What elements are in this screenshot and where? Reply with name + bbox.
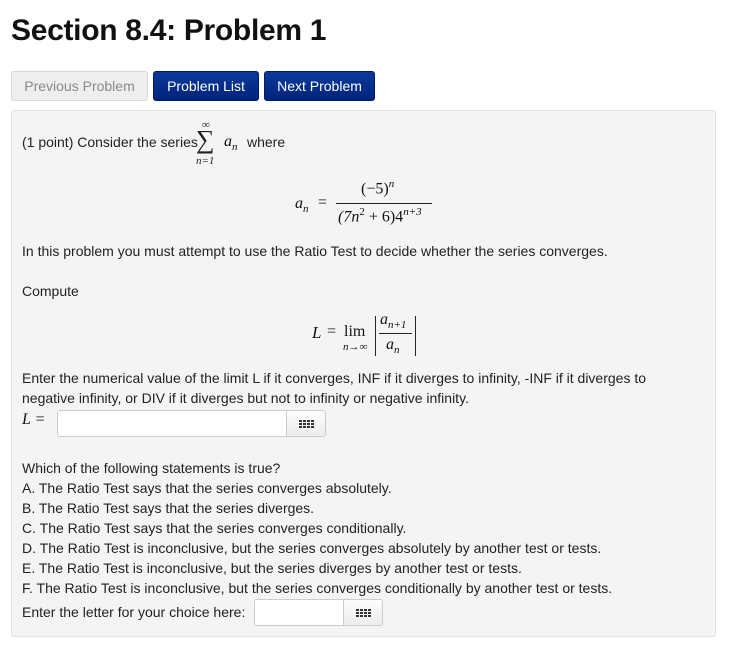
next-problem-button[interactable]: Next Problem [264,71,375,101]
limit-equals: = [327,323,337,340]
lim-operator: lim [344,323,366,340]
sigma-symbol: ∑ [196,125,215,154]
denominator-part-a: (7n [338,208,360,226]
option-b: B. The Ratio Test says that the series d… [22,500,315,516]
problem-list-button[interactable]: Problem List [153,71,259,101]
abs-bar-right [415,316,416,356]
question-text: Which of the following statements is tru… [22,460,281,476]
ratio-numerator: an+1 [380,311,406,331]
definition-lhs: an [295,195,309,215]
option-e: E. The Ratio Test is inconclusive, but t… [22,560,522,576]
numerator-base: (−5) [361,180,389,198]
choice-answer-input[interactable] [254,599,343,626]
definition-equals: = [318,194,328,211]
intro-text: (1 point) Consider the series [22,134,198,150]
ratio-den-subscript: n [394,344,400,357]
series-term: an [224,133,238,153]
option-c: C. The Ratio Test says that the series c… [22,520,407,536]
page-title: Section 8.4: Problem 1 [11,14,327,47]
ratio-num-symbol: a [380,311,388,328]
term-subscript: n [232,141,238,154]
intro-suffix: where [247,134,286,150]
grid-keypad-icon [298,419,314,428]
option-d: D. The Ratio Test is inconclusive, but t… [22,540,602,556]
limit-keypad-button[interactable] [286,410,326,437]
compute-label: Compute [22,283,79,299]
answer2-label: Enter the letter for your choice here: [22,604,246,620]
term-symbol: a [224,133,232,150]
denominator-exponent-b: n+3 [403,206,422,218]
answer2-group [254,599,383,626]
summation: ∞ ∑ n=1 [192,119,226,173]
lhs-symbol: a [295,195,303,212]
instruction-text: In this problem you must attempt to use … [22,243,608,259]
answer1-label: L = [22,411,46,428]
ratio-fraction-bar [379,333,412,334]
abs-bar-left [375,316,376,356]
limit-instruction-line2: negative infinity, or DIV if it diverges… [22,390,469,406]
previous-problem-button[interactable]: Previous Problem [11,71,148,101]
option-f: F. The Ratio Test is inconclusive, but t… [22,580,613,596]
limit-instruction-line1: Enter the numerical value of the limit L… [22,370,647,386]
grid-keypad-icon [355,608,371,617]
limit-answer-input[interactable] [57,410,286,437]
denominator-part-b: + 6)4 [364,208,404,226]
definition-numerator: (−5)n [361,178,394,198]
problem-navigation: Previous Problem Problem List Next Probl… [11,71,375,101]
choice-keypad-button[interactable] [343,599,383,626]
ratio-den-symbol: a [386,336,394,353]
numerator-exponent: n [388,178,395,190]
ratio-denominator: an [386,336,400,356]
ratio-num-subscript: n+1 [388,319,407,332]
fraction-bar [336,203,432,204]
lhs-subscript: n [303,203,309,216]
definition-denominator: (7n2 + 6)4n+3 [338,206,422,226]
option-a: A. The Ratio Test says that the series c… [22,480,392,496]
limit-lhs: L [312,323,322,342]
answer1-group [57,410,326,437]
lim-subscript: n→∞ [343,341,368,353]
problem-panel: (1 point) Consider the series ∞ ∑ n=1 an… [11,110,716,637]
sum-lower-limit: n=1 [196,155,215,167]
